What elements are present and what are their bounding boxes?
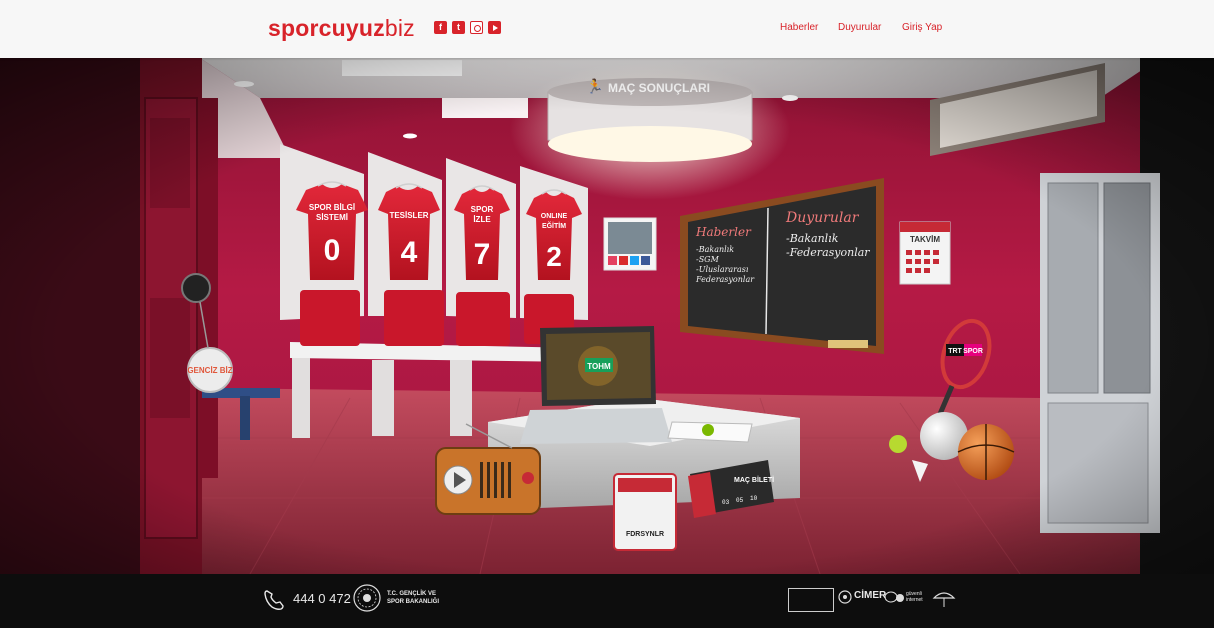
svg-text:EĞİTİM: EĞİTİM bbox=[542, 221, 566, 230]
guvenli-internet-logo[interactable]: güvenli internet bbox=[906, 591, 930, 603]
tennis-ball[interactable] bbox=[889, 435, 907, 453]
umbrella-icon bbox=[932, 592, 956, 607]
guvenli-internet-icon bbox=[884, 591, 904, 603]
ministry-name: T.C. GENÇLİK VE SPOR BAKANLIĞI bbox=[387, 591, 440, 605]
svg-text:FDRSYNLR: FDRSYNLR bbox=[626, 531, 664, 538]
ministry-emblem bbox=[353, 584, 381, 612]
svg-text:10: 10 bbox=[750, 495, 758, 502]
svg-text:03: 03 bbox=[722, 499, 730, 506]
nav-giris-yap[interactable]: Giriş Yap bbox=[902, 22, 942, 33]
svg-text:MAÇ BİLETİ: MAÇ BİLETİ bbox=[734, 476, 774, 484]
facebook-icon[interactable]: f bbox=[434, 21, 447, 34]
svg-text:TRT: TRT bbox=[948, 348, 962, 355]
ceiling-light bbox=[342, 60, 462, 76]
svg-text:Federasyonlar: Federasyonlar bbox=[695, 275, 755, 284]
ceiling-spot bbox=[403, 133, 417, 139]
svg-text:TOHM: TOHM bbox=[587, 362, 611, 371]
svg-text:SPOR: SPOR bbox=[963, 348, 983, 355]
youtube-icon[interactable] bbox=[488, 21, 501, 34]
footer-bar: 444 0 472 T.C. GENÇLİK VE SPOR BAKANLIĞI … bbox=[0, 574, 1214, 628]
svg-text:SPOR: SPOR bbox=[471, 205, 494, 214]
laptop-tohm[interactable]: TOHM bbox=[520, 326, 672, 444]
calendar-takvim[interactable]: TAKVİM bbox=[899, 221, 951, 285]
svg-text:ONLINE: ONLINE bbox=[541, 213, 568, 220]
federation-badge[interactable]: FDRSYNLR bbox=[613, 473, 677, 551]
svg-text:SİSTEMİ: SİSTEMİ bbox=[316, 213, 348, 222]
svg-text:0: 0 bbox=[324, 234, 341, 267]
left-locker-wall bbox=[0, 58, 145, 574]
svg-text:TAKVİM: TAKVİM bbox=[910, 235, 940, 244]
svg-text:SPOR BİLGİ: SPOR BİLGİ bbox=[309, 203, 355, 212]
svg-text:-Federasyonlar: -Federasyonlar bbox=[786, 246, 870, 259]
stopwatch bbox=[181, 273, 211, 303]
phone-number: 444 0 472 bbox=[293, 591, 351, 606]
instagram-icon[interactable] bbox=[470, 21, 483, 34]
smartphone[interactable] bbox=[667, 421, 753, 443]
genciz-label: GENCİZ BİZ bbox=[187, 366, 232, 375]
cimer-logo[interactable]: CİMER bbox=[854, 590, 886, 601]
twitter-icon[interactable]: t bbox=[452, 21, 465, 34]
nav-haberler[interactable]: Haberler bbox=[780, 22, 818, 33]
svg-text:İZLE: İZLE bbox=[473, 215, 491, 224]
phone-icon bbox=[264, 590, 284, 610]
locker-room-scene: MAÇ SONUÇLARI 🏃 SPOR BİLGİ SİSTEMİ 0 TES… bbox=[0, 58, 1214, 574]
ceiling-spot bbox=[782, 95, 798, 101]
nav-duyurular[interactable]: Duyurular bbox=[838, 22, 881, 33]
top-navbar: sporcuyuzbiz f t Haberler Duyurular Giri… bbox=[0, 0, 1214, 58]
svg-text:-Uluslararası: -Uluslararası bbox=[696, 265, 749, 274]
ceiling-spot bbox=[234, 81, 254, 87]
svg-text:-SGM: -SGM bbox=[696, 255, 720, 264]
svg-text:4: 4 bbox=[401, 236, 418, 269]
svg-text:05: 05 bbox=[736, 497, 744, 504]
cimer-icon bbox=[838, 590, 852, 604]
svg-text:Duyurular: Duyurular bbox=[785, 210, 860, 226]
svg-text:Haberler: Haberler bbox=[695, 225, 752, 239]
site-logo[interactable]: sporcuyuzbiz bbox=[268, 15, 415, 42]
svg-text:-Bakanlık: -Bakanlık bbox=[786, 232, 839, 245]
svg-text:2: 2 bbox=[546, 241, 562, 272]
runner-icon: 🏃 bbox=[586, 78, 603, 95]
lamp-label: MAÇ SONUÇLARI bbox=[608, 81, 710, 95]
svg-text:-Bakanlık: -Bakanlık bbox=[696, 245, 734, 254]
svg-text:7: 7 bbox=[474, 238, 491, 271]
ataturk-logo[interactable] bbox=[788, 588, 834, 612]
svg-text:TESİSLER: TESİSLER bbox=[389, 211, 428, 220]
